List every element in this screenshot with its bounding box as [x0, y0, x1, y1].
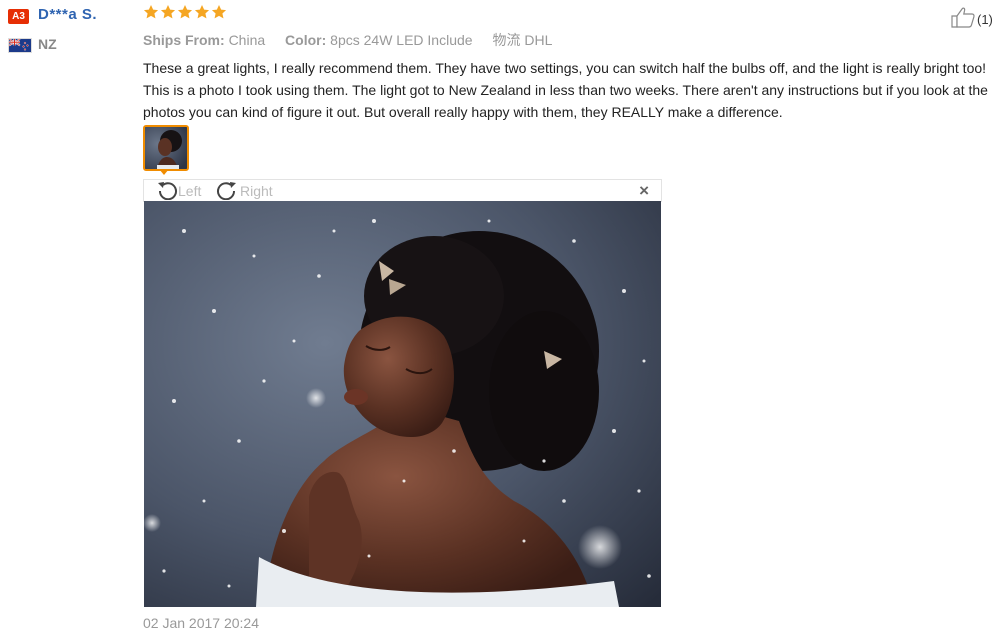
rotate-right-icon[interactable] [216, 180, 240, 203]
review-photo [144, 201, 661, 607]
rotate-right-label[interactable]: Right [240, 183, 273, 199]
star-icon [194, 4, 210, 20]
rotate-right-button[interactable]: Right [216, 180, 273, 202]
shipping-value: DHL [524, 32, 553, 48]
ships-from-value: China [228, 32, 266, 48]
star-icon [177, 4, 193, 20]
ships-from-label: Ships From: [143, 32, 225, 48]
rotate-left-icon[interactable] [156, 180, 178, 203]
rotate-left-button[interactable]: Left [156, 180, 201, 202]
star-rating [143, 4, 227, 20]
star-icon [160, 4, 176, 20]
color-value: 8pcs 24W LED Include [330, 32, 473, 48]
order-meta: Ships From: China Color: 8pcs 24W LED In… [143, 30, 552, 50]
photo-viewer-toolbar: Left Right × [143, 179, 662, 202]
rotate-left-label[interactable]: Left [178, 183, 201, 199]
nz-flag-icon [8, 38, 32, 53]
thumbnail-pointer [159, 169, 169, 175]
star-icon [143, 4, 159, 20]
review-text: These a great lights, I really recommend… [143, 60, 988, 120]
close-icon[interactable]: × [639, 181, 649, 201]
review-date: 02 Jan 2017 20:24 [143, 615, 259, 631]
color-label: Color: [285, 32, 327, 48]
review-photo-thumbnail[interactable] [143, 125, 189, 171]
thumbs-up-icon[interactable] [950, 6, 976, 33]
reviewer-country: NZ [38, 36, 57, 52]
reviewer-name[interactable]: D***a S. [38, 6, 97, 23]
helpful-count: (1) [977, 12, 993, 27]
helpful-button[interactable]: (1) [950, 6, 993, 33]
user-level-badge: A3 [8, 9, 29, 24]
star-icon [211, 4, 227, 20]
shipping-label: 物流 [492, 32, 521, 48]
